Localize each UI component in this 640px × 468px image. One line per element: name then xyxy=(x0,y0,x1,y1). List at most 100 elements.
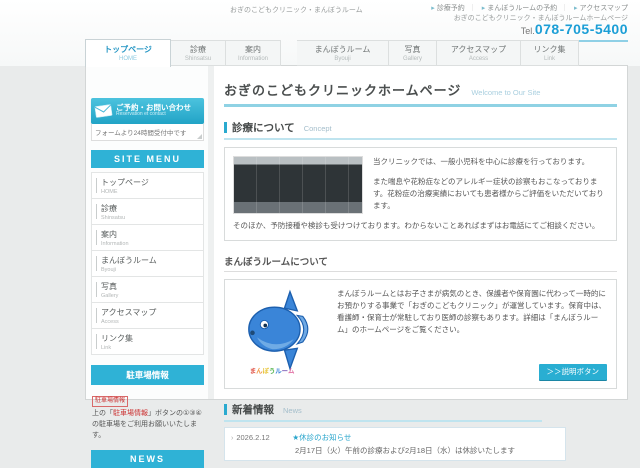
tab-shinryo[interactable]: 診療 Shinsatsu xyxy=(171,40,226,66)
sidebar: ご予約・お問い合わせ Reservation et contact フォームより… xyxy=(86,66,208,399)
site-menu-heading: SITE MENU xyxy=(91,150,204,168)
section-heading-news: 新着情報 News xyxy=(224,402,542,422)
tab-label: トップページ xyxy=(86,44,170,55)
tab-sublabel: Byouji xyxy=(297,56,388,62)
news-item-title[interactable]: ★休診のお知らせ xyxy=(292,432,351,443)
page-container: おぎのこどもクリニック・まんぼうルーム ▸診療予約 ｜ ▸まんぼうルームの予約 ｜ … xyxy=(85,0,630,400)
svg-text:まんぼうルーム: まんぼうルーム xyxy=(250,366,295,374)
menu-item-sublabel: Gallery xyxy=(101,293,199,299)
tab-label: 写真 xyxy=(389,44,436,55)
menu-item-sublabel: Byouji xyxy=(101,267,199,273)
manbou-detail-button[interactable]: ＞＞説明ボタン xyxy=(539,364,608,380)
heading-accent-bar xyxy=(224,404,227,415)
concept-paragraph: そのほか、予防接種や検診も受けつけております。わからないことあればまずはお電話に… xyxy=(233,220,608,232)
tab-spacer xyxy=(281,40,297,66)
menu-item-sublabel: Shinsatsu xyxy=(101,215,199,221)
tab-sublabel: Shinsatsu xyxy=(171,56,225,62)
arrow-icon: ▸ xyxy=(431,5,435,12)
tab-information[interactable]: 案内 Information xyxy=(226,40,281,66)
menu-item-sublabel: HOME xyxy=(101,189,199,195)
menu-item-sublabel: Information xyxy=(101,241,199,247)
news-item-body: 2月17日（火）午前の診療および2月18日（水）は休診いたします xyxy=(295,445,559,456)
bullet-icon: › xyxy=(231,435,233,442)
concept-box: 当クリニックでは、一般小児科を中心に診療を行っております。 また喘息や花粉症など… xyxy=(224,147,617,241)
tel-prefix: Tel. xyxy=(521,26,535,36)
menu-item-label: 診療 xyxy=(101,203,199,214)
page-title-subtitle: Welcome to Our Site xyxy=(471,88,540,97)
reserve-banner-text: ご予約・お問い合わせ Reservation et contact xyxy=(116,104,191,118)
section-heading-manbou: まんぼうルームについて xyxy=(224,254,617,272)
main-navigation: トップページ HOME 診療 Shinsatsu 案内 Information … xyxy=(85,38,630,66)
tab-sublabel: HOME xyxy=(86,56,170,62)
link-shinryo-yoyaku[interactable]: ▸診療予約 xyxy=(431,5,465,12)
sidebar-item-gallery[interactable]: 写真 Gallery xyxy=(91,277,204,303)
top-utility-links: ▸診療予約 ｜ ▸まんぼうルームの予約 ｜ ▸アクセスマップ xyxy=(427,3,628,13)
tel-number: 078-705-5400 xyxy=(535,21,628,37)
concept-heading-label: 診療について xyxy=(232,120,295,135)
top-utility-bar: おぎのこどもクリニック・まんぼうルーム ▸診療予約 ｜ ▸まんぼうルームの予約 ｜ … xyxy=(85,0,630,38)
sidebar-news-heading: NEWS xyxy=(91,450,204,468)
arrow-icon: ▸ xyxy=(482,5,486,12)
reservation-form-note: フォームより24時間受付中です xyxy=(91,124,204,141)
arrow-icon: ▸ xyxy=(574,5,578,12)
title-divider xyxy=(224,104,617,107)
tab-label: 診療 xyxy=(171,44,225,55)
page-title: おぎのこどもクリニックホームページ xyxy=(224,80,461,99)
parking-info-heading[interactable]: 駐車場情報 xyxy=(91,365,204,385)
sidebar-item-information[interactable]: 案内 Information xyxy=(91,225,204,251)
parking-info-box: 駐車場情報 上の「駐車場情報」ボタンの①③④の駐車場をご利用お願いいたします。 xyxy=(91,385,204,442)
sidebar-item-manbou-room[interactable]: まんぼうルーム Byouji xyxy=(91,251,204,277)
tab-label: アクセスマップ xyxy=(437,44,520,55)
tab-sublabel: Link xyxy=(521,56,578,62)
tab-label: まんぼうルーム xyxy=(297,44,388,55)
tab-sublabel: Access xyxy=(437,56,520,62)
tab-access-map[interactable]: アクセスマップ Access xyxy=(437,40,521,66)
parking-badge: 駐車場情報 xyxy=(92,396,128,407)
reserve-banner-subtitle: Reservation et contact xyxy=(116,112,191,118)
reserve-note-text: フォームより24時間受付中です xyxy=(95,130,186,137)
sidebar-item-links[interactable]: リンク集 Link xyxy=(91,329,204,355)
tab-sublabel: Gallery xyxy=(389,56,436,62)
parking-note-text: 上の「駐車場情報」ボタンの①③④の駐車場をご利用お願いいたします。 xyxy=(92,409,203,442)
menu-item-sublabel: Link xyxy=(101,345,199,351)
link-manbou-room-yoyaku[interactable]: ▸まんぼうルームの予約 xyxy=(482,5,557,12)
link-separator: ｜ xyxy=(561,5,568,12)
menu-item-label: 案内 xyxy=(101,229,199,240)
concept-heading-sublabel: Concept xyxy=(304,124,332,133)
menu-item-label: アクセスマップ xyxy=(101,307,199,318)
tab-gallery[interactable]: 写真 Gallery xyxy=(389,40,437,66)
envelope-icon xyxy=(94,104,113,118)
tab-manbou-room[interactable]: まんぼうルーム Byouji xyxy=(297,40,389,66)
site-name-small: おぎのこどもクリニック・まんぼうルーム xyxy=(230,5,363,15)
parking-text-red: 駐車場情報 xyxy=(113,410,148,417)
heading-accent-bar xyxy=(224,122,227,133)
news-heading-sublabel: News xyxy=(283,406,302,415)
content-box: ご予約・お問い合わせ Reservation et contact フォームより… xyxy=(85,65,628,400)
sidebar-item-top-page[interactable]: トップページ HOME xyxy=(91,172,204,199)
tab-top-page[interactable]: トップページ HOME xyxy=(85,39,171,67)
main-column: おぎのこどもクリニックホームページ Welcome to Our Site 診療… xyxy=(214,66,627,399)
news-date: 2026.2.12 xyxy=(236,433,292,442)
reservation-contact-banner[interactable]: ご予約・お問い合わせ Reservation et contact xyxy=(91,98,204,124)
page-title-row: おぎのこどもクリニックホームページ Welcome to Our Site xyxy=(224,80,617,99)
news-heading-label: 新着情報 xyxy=(232,402,274,417)
tab-links[interactable]: リンク集 Link xyxy=(521,40,579,66)
manbou-box: まんぼうルーム まんぼうルームとはお子さまが病気のとき、保護者や保育園に代わって… xyxy=(224,279,617,389)
section-heading-concept: 診療について Concept xyxy=(224,120,617,140)
menu-item-label: まんぼうルーム xyxy=(101,255,199,266)
link-access-map[interactable]: ▸アクセスマップ xyxy=(574,5,628,12)
tab-label: リンク集 xyxy=(521,44,578,55)
menu-item-sublabel: Access xyxy=(101,319,199,325)
link-separator: ｜ xyxy=(469,5,476,12)
sunfish-illustration: まんぼうルーム xyxy=(233,288,325,374)
tab-label: 案内 xyxy=(226,44,280,55)
menu-item-label: リンク集 xyxy=(101,333,199,344)
parking-text-pre: 上の「 xyxy=(92,410,113,417)
news-list: › 2026.2.12 ★休診のお知らせ 2月17日（火）午前の診療および2月1… xyxy=(224,427,566,461)
sidebar-item-shinryo[interactable]: 診療 Shinsatsu xyxy=(91,199,204,225)
sidebar-item-access-map[interactable]: アクセスマップ Access xyxy=(91,303,204,329)
sidebar-menu: トップページ HOME 診療 Shinsatsu 案内 Information … xyxy=(91,172,204,355)
news-row: › 2026.2.12 ★休診のお知らせ xyxy=(231,432,559,443)
menu-item-label: 写真 xyxy=(101,281,199,292)
corner-fold-icon xyxy=(197,134,202,139)
